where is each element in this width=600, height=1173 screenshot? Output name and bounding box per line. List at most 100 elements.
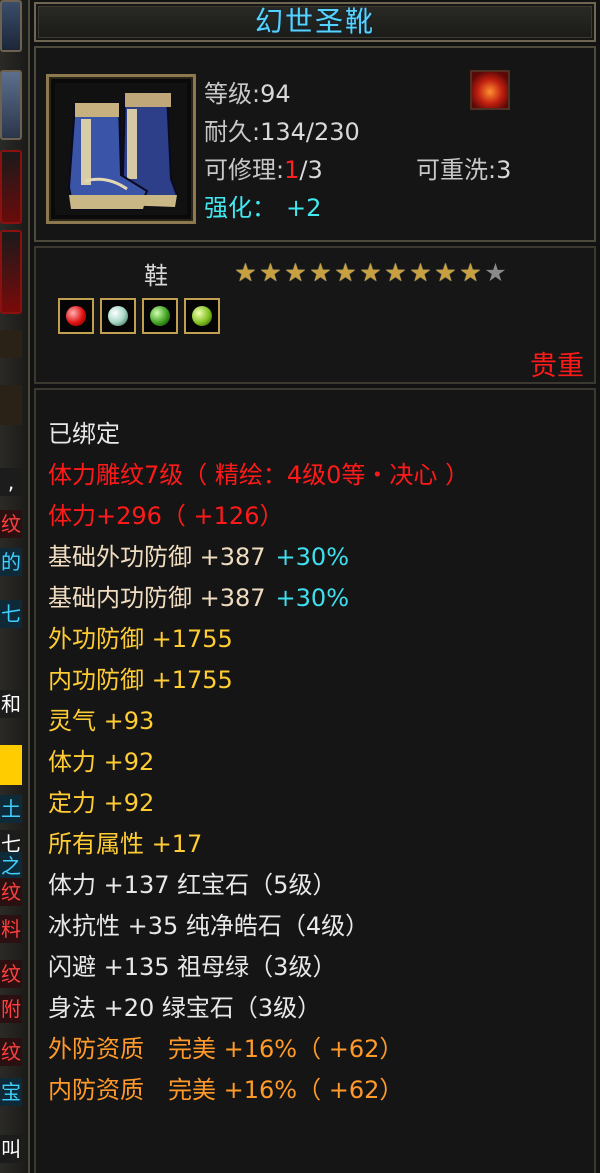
attribute-line: 外功防御 +1755 — [48, 619, 594, 660]
set-flame-icon[interactable] — [470, 70, 510, 110]
attribute-line: 体力雕纹7级（ 精绘：4级0等・决心 ） — [48, 455, 594, 496]
skill-slot-icon[interactable] — [0, 0, 22, 52]
strip-chip: 纹 — [0, 1038, 22, 1066]
strip-tab[interactable] — [0, 330, 22, 358]
star-icon: ★ — [259, 258, 282, 287]
attribute-text: 体力 +137 红宝石（5级） — [48, 871, 337, 899]
rewash-value: 3 — [496, 156, 512, 184]
attribute-list: 已绑定体力雕纹7级（ 精绘：4级0等・决心 ） 体力+296（ +126） 基础外功… — [34, 388, 596, 1173]
attribute-bonus: +30% — [275, 543, 349, 571]
strip-chip: 之 — [0, 852, 22, 880]
strip-chip: 的 — [0, 548, 22, 576]
attribute-text: 内功防御 +1755 — [48, 666, 233, 694]
skill-slot-icon[interactable] — [0, 70, 22, 140]
attribute-text: 基础外功防御 +387 — [48, 543, 266, 571]
attribute-line: 基础内功防御 +387 +30% — [48, 578, 594, 619]
white-gem-icon[interactable] — [100, 298, 136, 334]
strip-chip: , — [0, 468, 22, 496]
star-icon: ★ — [359, 258, 382, 287]
skill-slot-icon[interactable] — [0, 150, 22, 224]
boots-icon — [55, 83, 187, 215]
strength-value: +2 — [286, 194, 322, 222]
item-summary: 鞋 ★ ★ ★ ★ ★ ★ ★ ★ ★ ★ ★ 贵重 — [34, 246, 596, 384]
star-icon: ★ — [309, 258, 332, 287]
attribute-line: 体力 +92 — [48, 742, 594, 783]
strip-chip: 宝 — [0, 1078, 22, 1106]
attribute-line: 已绑定 — [48, 414, 594, 455]
attribute-line: 体力 +137 红宝石（5级） — [48, 865, 594, 906]
star-icon: ★ — [284, 258, 307, 287]
attribute-text: 内防资质 完美 +16%（ +62） — [48, 1076, 404, 1104]
slot-type: 鞋 — [144, 262, 168, 290]
durability-value: 134/230 — [260, 118, 360, 146]
attribute-text: 体力雕纹7级（ 精绘：4级0等・决心 ） — [48, 461, 470, 489]
repair-stat: 可修理:1/3 — [204, 156, 323, 184]
rewash-stat: 可重洗:3 — [416, 156, 512, 184]
item-tooltip: 幻世圣靴 等级:94 耐久:134/230 可修理:1/3 可重洗:3 强化： … — [28, 0, 600, 1173]
strength-stat: 强化： +2 — [204, 194, 322, 222]
strip-avatar — [0, 745, 22, 785]
gem-slots — [58, 298, 220, 334]
item-icon-frame[interactable] — [46, 74, 196, 224]
attribute-line: 所有属性 +17 — [48, 824, 594, 865]
strip-chip: 土 — [0, 795, 22, 823]
attribute-text: 身法 +20 绿宝石（3级） — [48, 994, 322, 1022]
level-stat: 等级:94 — [204, 80, 291, 108]
attribute-text: 闪避 +135 祖母绿（3级） — [48, 953, 337, 981]
strip-chip: 和 — [0, 690, 22, 718]
strip-chip: 纹 — [0, 878, 22, 906]
repair-total: /3 — [299, 156, 323, 184]
strength-label: 强化 — [204, 194, 252, 222]
star-icon: ★ — [459, 258, 482, 287]
strip-chip: 七 — [0, 600, 22, 628]
repair-used: 1 — [284, 156, 300, 184]
attribute-text: 外防资质 完美 +16%（ +62） — [48, 1035, 404, 1063]
strip-chip: 料 — [0, 915, 22, 943]
star-icon: ★ — [334, 258, 357, 287]
strip-chip: 附 — [0, 995, 22, 1023]
star-icon: ★ — [484, 258, 507, 287]
attribute-text: 已绑定 — [48, 420, 120, 448]
attribute-line: 冰抗性 +35 纯净皓石（4级） — [48, 906, 594, 947]
skill-slot-icon[interactable] — [0, 230, 22, 314]
level-value: 94 — [260, 80, 291, 108]
repair-label: 可修理 — [204, 156, 276, 184]
attribute-line: 定力 +92 — [48, 783, 594, 824]
attribute-line: 基础外功防御 +387 +30% — [48, 537, 594, 578]
attribute-line: 灵气 +93 — [48, 701, 594, 742]
lime-gem-icon[interactable] — [184, 298, 220, 334]
durability-label: 耐久 — [204, 118, 252, 146]
strip-chip: 叫 — [0, 1135, 22, 1163]
attribute-text: 冰抗性 +35 纯净皓石（4级） — [48, 912, 370, 940]
strip-chip: 纹 — [0, 960, 22, 988]
rewash-label: 可重洗 — [416, 156, 488, 184]
attribute-text: 体力+296（ +126） — [48, 502, 284, 530]
red-gem-icon[interactable] — [58, 298, 94, 334]
green-gem-icon[interactable] — [142, 298, 178, 334]
attribute-line: 闪避 +135 祖母绿（3级） — [48, 947, 594, 988]
attribute-line: 外防资质 完美 +16%（ +62） — [48, 1029, 594, 1070]
star-icon: ★ — [234, 258, 257, 287]
attribute-text: 体力 +92 — [48, 748, 155, 776]
durability-stat: 耐久:134/230 — [204, 118, 360, 146]
attribute-text: 所有属性 +17 — [48, 830, 203, 858]
attribute-text: 灵气 +93 — [48, 707, 155, 735]
tooltip-title-bar: 幻世圣靴 — [34, 2, 596, 42]
rarity-label: 贵重 — [530, 351, 584, 382]
item-name: 幻世圣靴 — [254, 5, 375, 38]
attribute-text: 基础内功防御 +387 — [48, 584, 266, 612]
attribute-line: 内防资质 完美 +16%（ +62） — [48, 1070, 594, 1111]
attribute-text: 外功防御 +1755 — [48, 625, 233, 653]
level-label: 等级 — [204, 80, 252, 108]
attribute-line: 身法 +20 绿宝石（3级） — [48, 988, 594, 1029]
star-icon: ★ — [384, 258, 407, 287]
attribute-line: 体力+296（ +126） — [48, 496, 594, 537]
star-rating: ★ ★ ★ ★ ★ ★ ★ ★ ★ ★ ★ — [234, 260, 507, 286]
star-icon: ★ — [434, 258, 457, 287]
item-header: 等级:94 耐久:134/230 可修理:1/3 可重洗:3 强化： +2 — [34, 46, 596, 242]
background-ui-strip: , 纹 的 七 和 土 七 之 纹 料 纹 附 纹 宝 叫 — [0, 0, 29, 1173]
strip-tab[interactable] — [0, 385, 22, 425]
attribute-text: 定力 +92 — [48, 789, 155, 817]
strip-chip: 纹 — [0, 510, 22, 538]
attribute-line: 内功防御 +1755 — [48, 660, 594, 701]
